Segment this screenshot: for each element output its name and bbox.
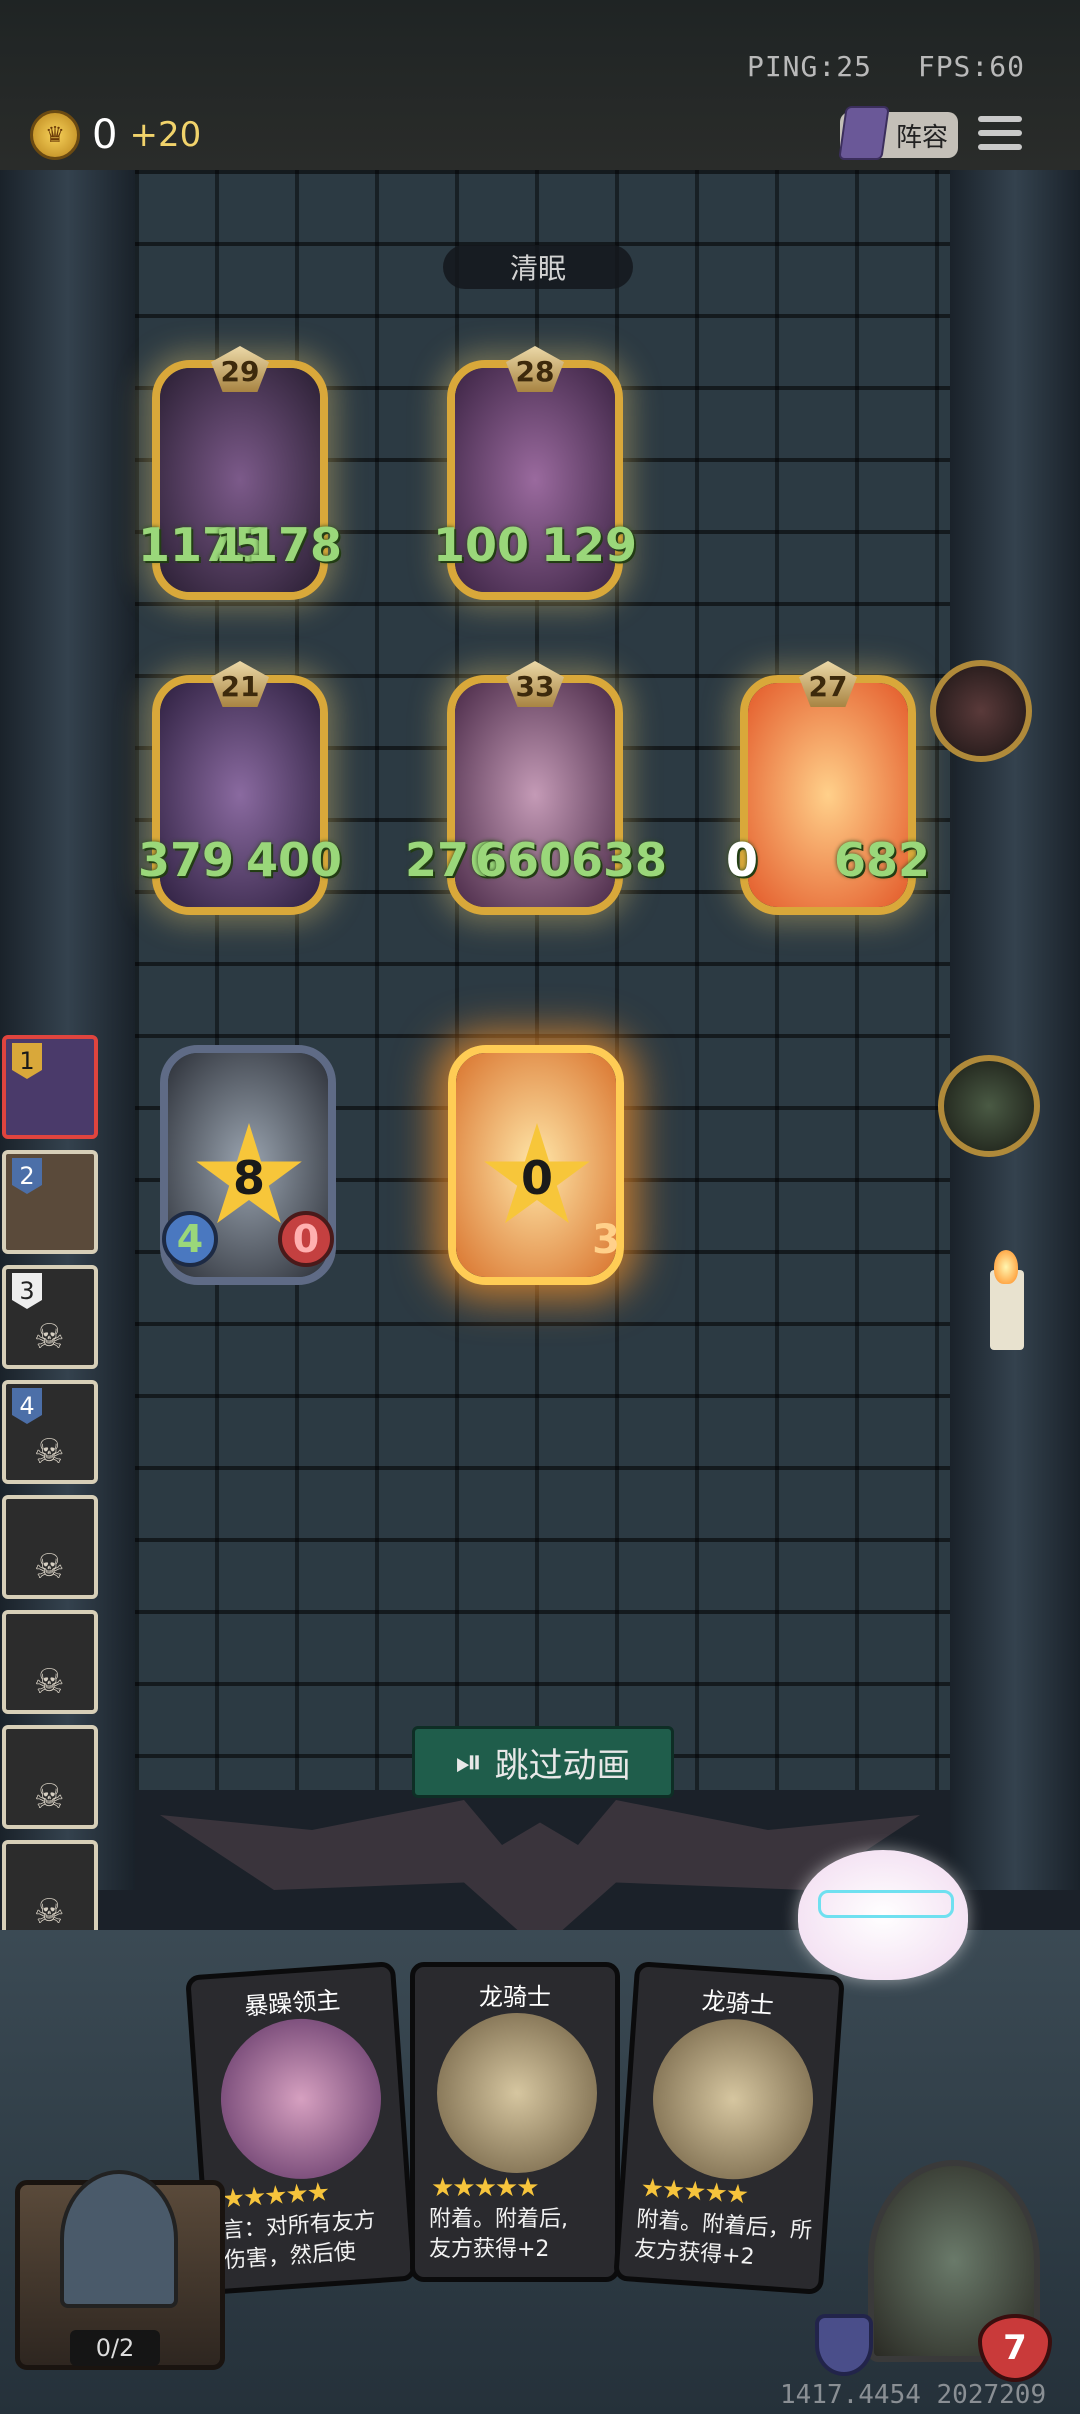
player-card[interactable]: 8 4 0 [160, 1045, 336, 1285]
book-icon [838, 106, 890, 160]
card-description: 附着。附着后, 友方获得+2 [429, 2207, 568, 2262]
gold-display: ♛ 0 +20 [30, 110, 201, 160]
star-rating: ★★★★★ [431, 2173, 540, 2203]
dragon-knight-portrait [647, 2013, 819, 2185]
right-pillar [950, 170, 1080, 1890]
player-card-burning[interactable]: 0 3 [448, 1045, 624, 1285]
health-value: 0 [278, 1211, 334, 1267]
star-rating: ★★★★★ [220, 2177, 330, 2215]
menu-icon[interactable] [978, 116, 1022, 154]
deck-counter: 0/2 [70, 2330, 160, 2366]
attack-value: 100 [433, 518, 530, 572]
attack-value: 0 [726, 833, 759, 887]
timeline-number: 4 [12, 1388, 42, 1424]
card-title: 暴躁领主 [243, 1985, 342, 2021]
skull-icon: ☠ [34, 1662, 65, 1702]
timeline-number: 2 [12, 1158, 42, 1194]
timeline-slot[interactable]: ☠ [2, 1495, 98, 1599]
hand-card[interactable]: 龙骑士 ★★★★★ 附着。附着后, 友方获得+2 [410, 1962, 620, 2282]
enemy-card[interactable]: 33 276 660638 [405, 661, 667, 915]
enemy-card[interactable]: 28 100 129 [433, 346, 637, 600]
lineup-label: 阵容 [895, 122, 948, 153]
shield-icon [815, 2314, 873, 2376]
enemy-card[interactable]: 29 1175 1178 [138, 346, 342, 600]
timeline-slot[interactable]: 2 [2, 1150, 98, 1254]
fps-label: FPS:60 [917, 50, 1025, 83]
gold-value: 0 [92, 112, 118, 158]
timeline-slot[interactable]: ☠ [2, 1725, 98, 1829]
card-description: 附着。附着后，所 友方获得+2 [633, 2206, 813, 2271]
skip-animation-button[interactable]: ⏯ 跳过动画 [412, 1726, 674, 1798]
hand-card[interactable]: 龙骑士 ★★★★★ 附着。附着后，所 友方获得+2 [613, 1961, 845, 2295]
star-rating: ★★★★★ [639, 2173, 748, 2211]
health-value: 1178 [213, 518, 342, 572]
card-title: 龙骑士 [700, 1986, 775, 2020]
pocket-watch-icon[interactable] [938, 1055, 1040, 1157]
network-status: PING:25 FPS:60 [719, 50, 1025, 83]
timeline-slot[interactable]: ☠ [2, 1840, 98, 1944]
timeline-slot[interactable]: 4 ☠ [2, 1380, 98, 1484]
timeline-slot-active[interactable]: 1 [2, 1035, 98, 1139]
skip-label: 跳过动画 [494, 1745, 631, 1786]
round-label: 清眠 [443, 245, 633, 289]
goggles-icon [818, 1890, 954, 1918]
skull-icon: ☠ [34, 1547, 65, 1587]
ping-label: PING:25 [746, 50, 872, 83]
pocket-watch-icon[interactable] [930, 660, 1032, 762]
timeline-number: 3 [12, 1273, 42, 1309]
warlord-portrait [215, 2013, 387, 2185]
health-value: 400 [245, 833, 342, 887]
health-value: 660638 [474, 833, 667, 887]
timeline-slot[interactable]: ☠ [2, 1610, 98, 1714]
skull-icon: ☠ [34, 1317, 65, 1357]
gold-increment: +20 [129, 115, 202, 155]
enemy-card[interactable]: 21 379 400 [138, 661, 342, 915]
card-description: 言：对所有友方 伤害，然后使 [221, 2208, 377, 2274]
weapon-icon [60, 2170, 178, 2308]
crown-coin-icon: ♛ [30, 110, 80, 160]
health-value: 129 [540, 518, 637, 572]
footer-coords: 1417.4454 2027209 [780, 2380, 1047, 2410]
timeline-number: 1 [12, 1043, 42, 1079]
attack-value: 4 [162, 1211, 218, 1267]
attack-value: 379 [138, 833, 235, 887]
dragon-knight-portrait [437, 2013, 597, 2173]
skull-icon: ☠ [34, 1777, 65, 1817]
card-title: 龙骑士 [479, 1983, 551, 2011]
skull-icon: ☠ [34, 1892, 65, 1932]
skull-icon: ☠ [34, 1432, 65, 1472]
health-value: 682 [833, 833, 930, 887]
skip-icon: ⏯ [455, 1742, 483, 1782]
health-value: 3 [592, 1217, 620, 1263]
flame-icon [994, 1250, 1018, 1284]
enemy-card[interactable]: 27 0 682 [726, 661, 930, 915]
timeline-slot[interactable]: 3 ☠ [2, 1265, 98, 1369]
